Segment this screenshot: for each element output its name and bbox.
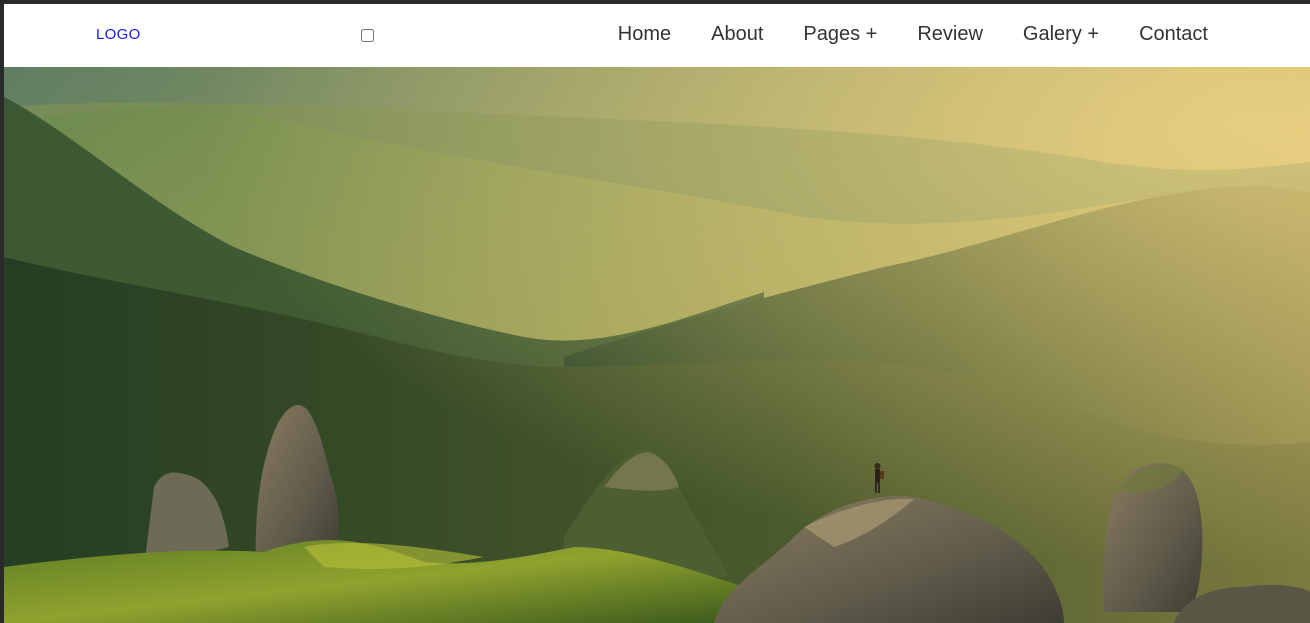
hero-image bbox=[4, 67, 1310, 623]
navbar: LOGO Home About Pages + Review Galery + … bbox=[4, 4, 1310, 67]
menu-toggle-checkbox[interactable] bbox=[361, 29, 374, 42]
mountain-landscape-illustration bbox=[4, 67, 1310, 623]
nav-item-pages: Pages + bbox=[803, 23, 877, 46]
nav-item-about: About bbox=[711, 23, 763, 46]
nav-link-pages[interactable]: Pages + bbox=[803, 23, 877, 45]
nav-link-home[interactable]: Home bbox=[618, 23, 671, 45]
nav-link-galery[interactable]: Galery + bbox=[1023, 23, 1099, 45]
nav-link-about[interactable]: About bbox=[711, 23, 763, 45]
logo-link[interactable]: LOGO bbox=[96, 26, 141, 43]
browser-viewport: LOGO Home About Pages + Review Galery + … bbox=[4, 4, 1310, 623]
nav-item-galery: Galery + bbox=[1023, 23, 1099, 46]
nav-link-review[interactable]: Review bbox=[917, 23, 983, 45]
nav-item-home: Home bbox=[618, 23, 671, 46]
nav-menu: Home About Pages + Review Galery + Conta… bbox=[578, 23, 1208, 46]
nav-item-review: Review bbox=[917, 23, 983, 46]
nav-link-contact[interactable]: Contact bbox=[1139, 23, 1208, 45]
nav-item-contact: Contact bbox=[1139, 23, 1208, 46]
